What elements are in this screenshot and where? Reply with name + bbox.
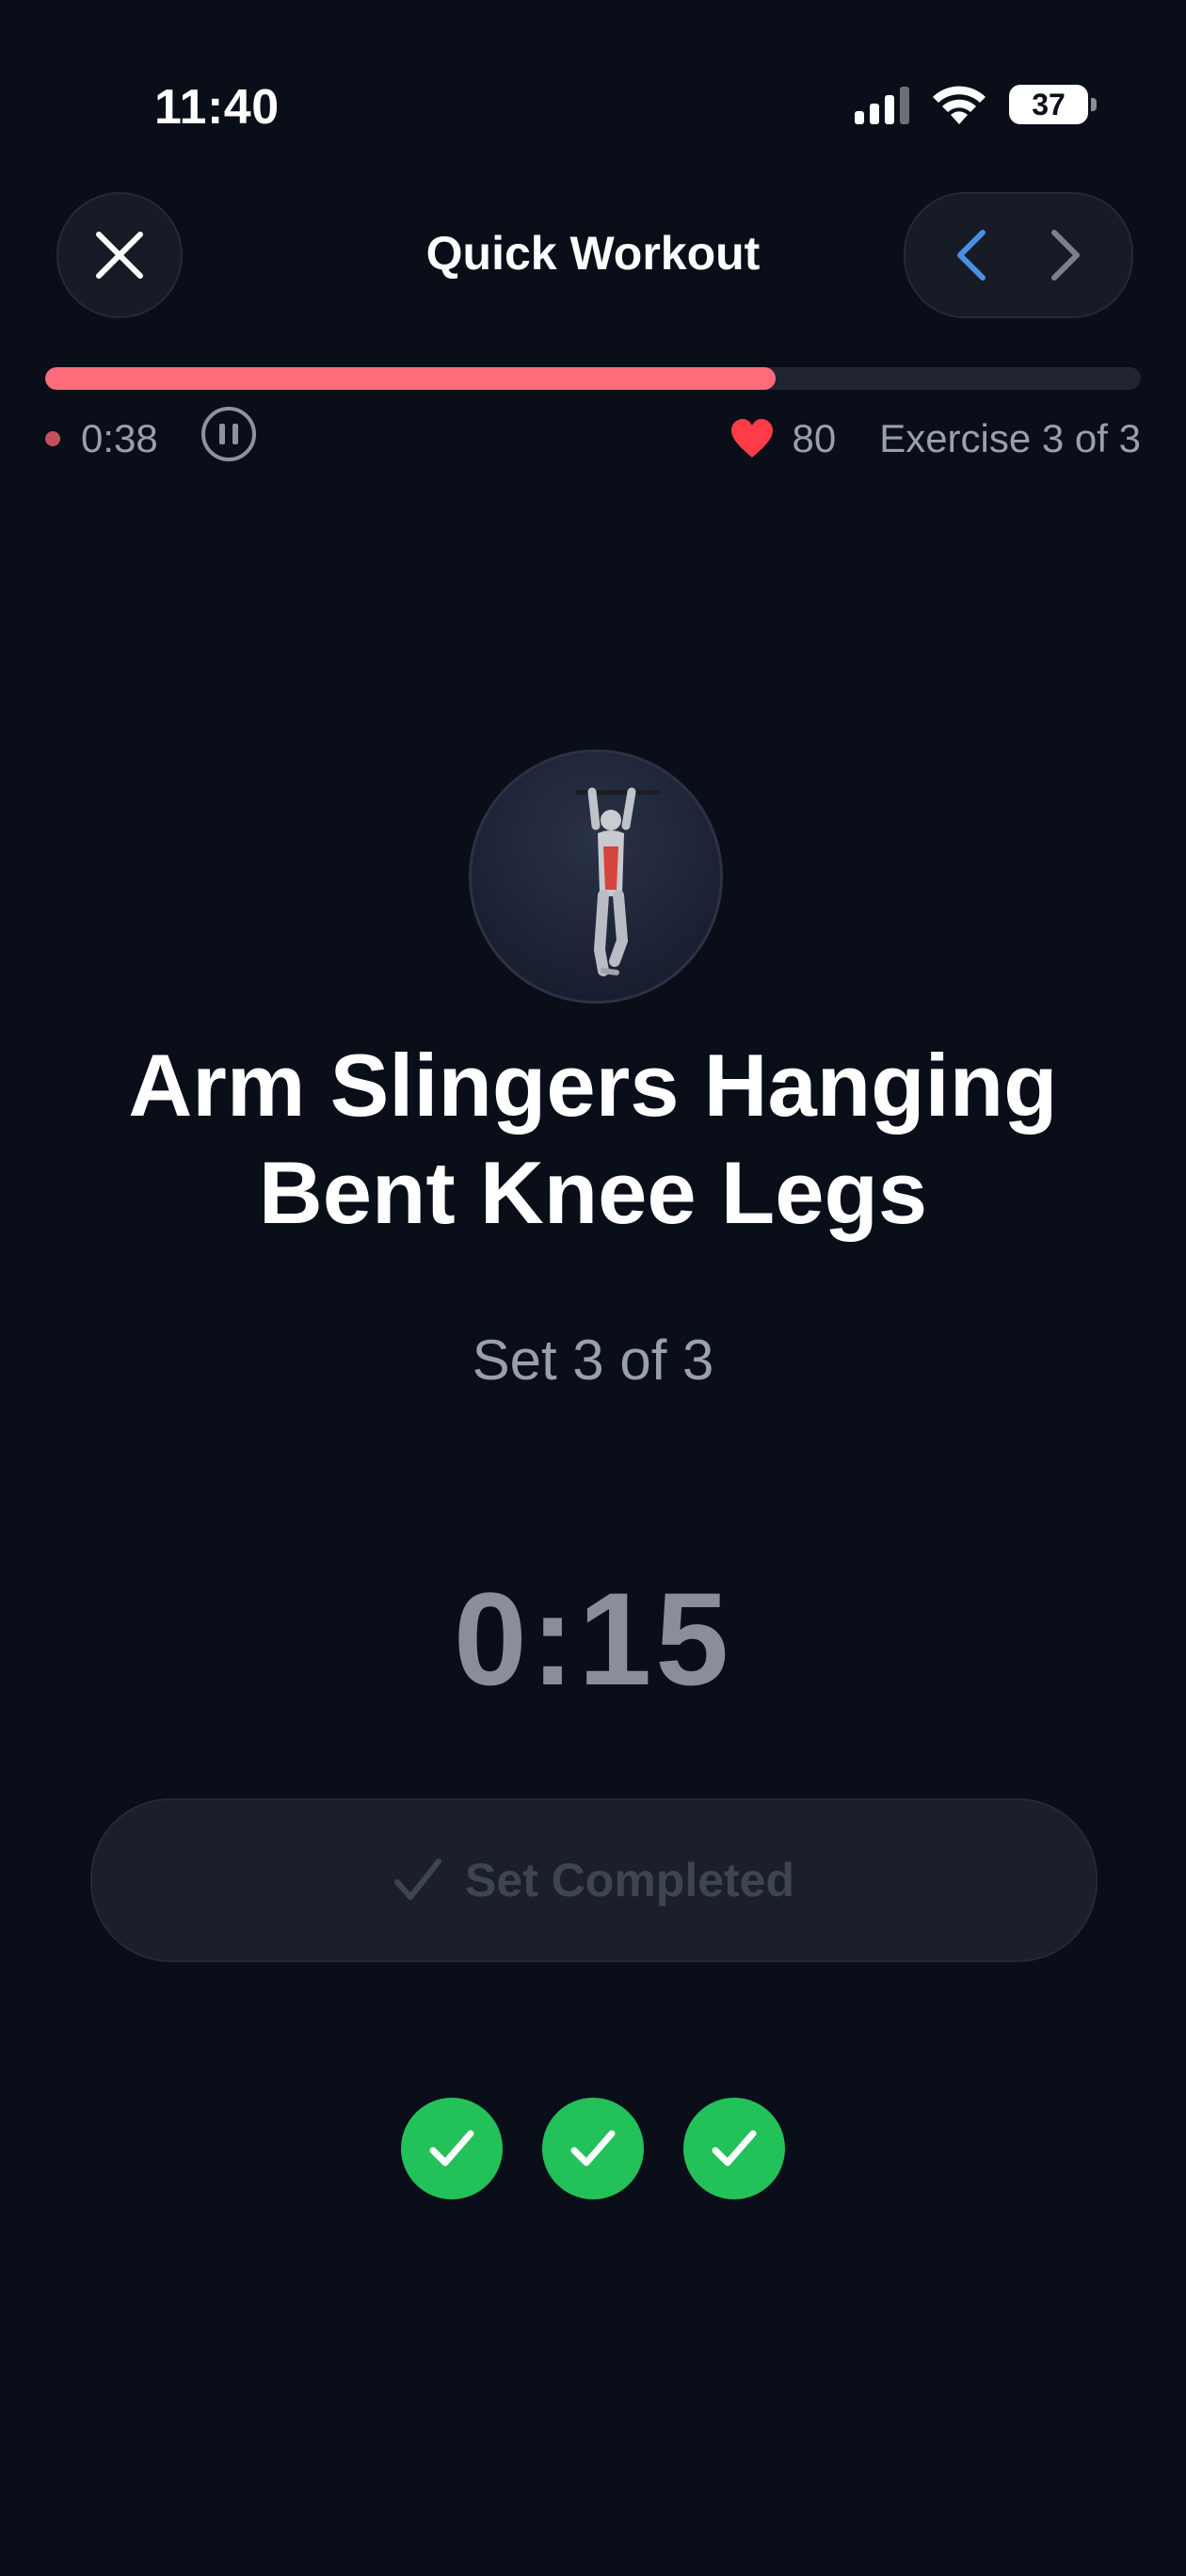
elapsed-time: 0:38 [81, 416, 158, 460]
status-time: 11:40 [154, 80, 280, 135]
set-indicator-2 [542, 2098, 644, 2199]
rest-timer: 0:15 [453, 1565, 733, 1713]
hanging-exercise-figure [575, 787, 660, 976]
set-indicators [0, 2098, 1186, 2199]
set-indicator-3 [683, 2098, 785, 2199]
wifi-icon [933, 86, 986, 124]
status-icons: 37 [855, 83, 1097, 126]
battery-icon: 37 [1009, 85, 1097, 124]
exercise-name: Arm Slingers Hanging Bent Knee Legs [128, 1036, 1058, 1242]
workout-stats: 0:38 80 Exercise 3 of 3 [45, 407, 1141, 469]
exercise-illustration [469, 749, 723, 1004]
workout-progress-fill [45, 367, 777, 390]
exercise-nav [904, 192, 1133, 318]
check-icon [429, 2130, 474, 2166]
workout-screen: 11:40 37 Quick Workout 0:38 80 Exercise … [0, 0, 1186, 2576]
pause-button[interactable] [201, 407, 256, 461]
heart-icon [731, 419, 774, 458]
cellular-signal-icon [855, 85, 909, 124]
set-completed-label: Set Completed [464, 1854, 795, 1907]
checkmark-icon [393, 1859, 441, 1900]
chevron-left-icon [957, 230, 986, 281]
set-completed-button[interactable]: Set Completed [90, 1798, 1098, 1962]
set-indicator-1 [401, 2098, 503, 2199]
previous-exercise-button[interactable] [924, 208, 1018, 302]
stats-right: 80 Exercise 3 of 3 [729, 416, 1141, 461]
recording-dot [45, 431, 60, 446]
chevron-right-icon [1051, 230, 1080, 281]
next-exercise-button[interactable] [1018, 208, 1113, 302]
check-icon [712, 2130, 757, 2166]
battery-level: 37 [1032, 87, 1066, 121]
workout-progress-bar [45, 367, 1141, 390]
heart-rate: 80 [792, 416, 837, 460]
set-counter: Set 3 of 3 [472, 1328, 714, 1392]
check-icon [570, 2130, 616, 2166]
exercise-counter: Exercise 3 of 3 [879, 416, 1141, 460]
